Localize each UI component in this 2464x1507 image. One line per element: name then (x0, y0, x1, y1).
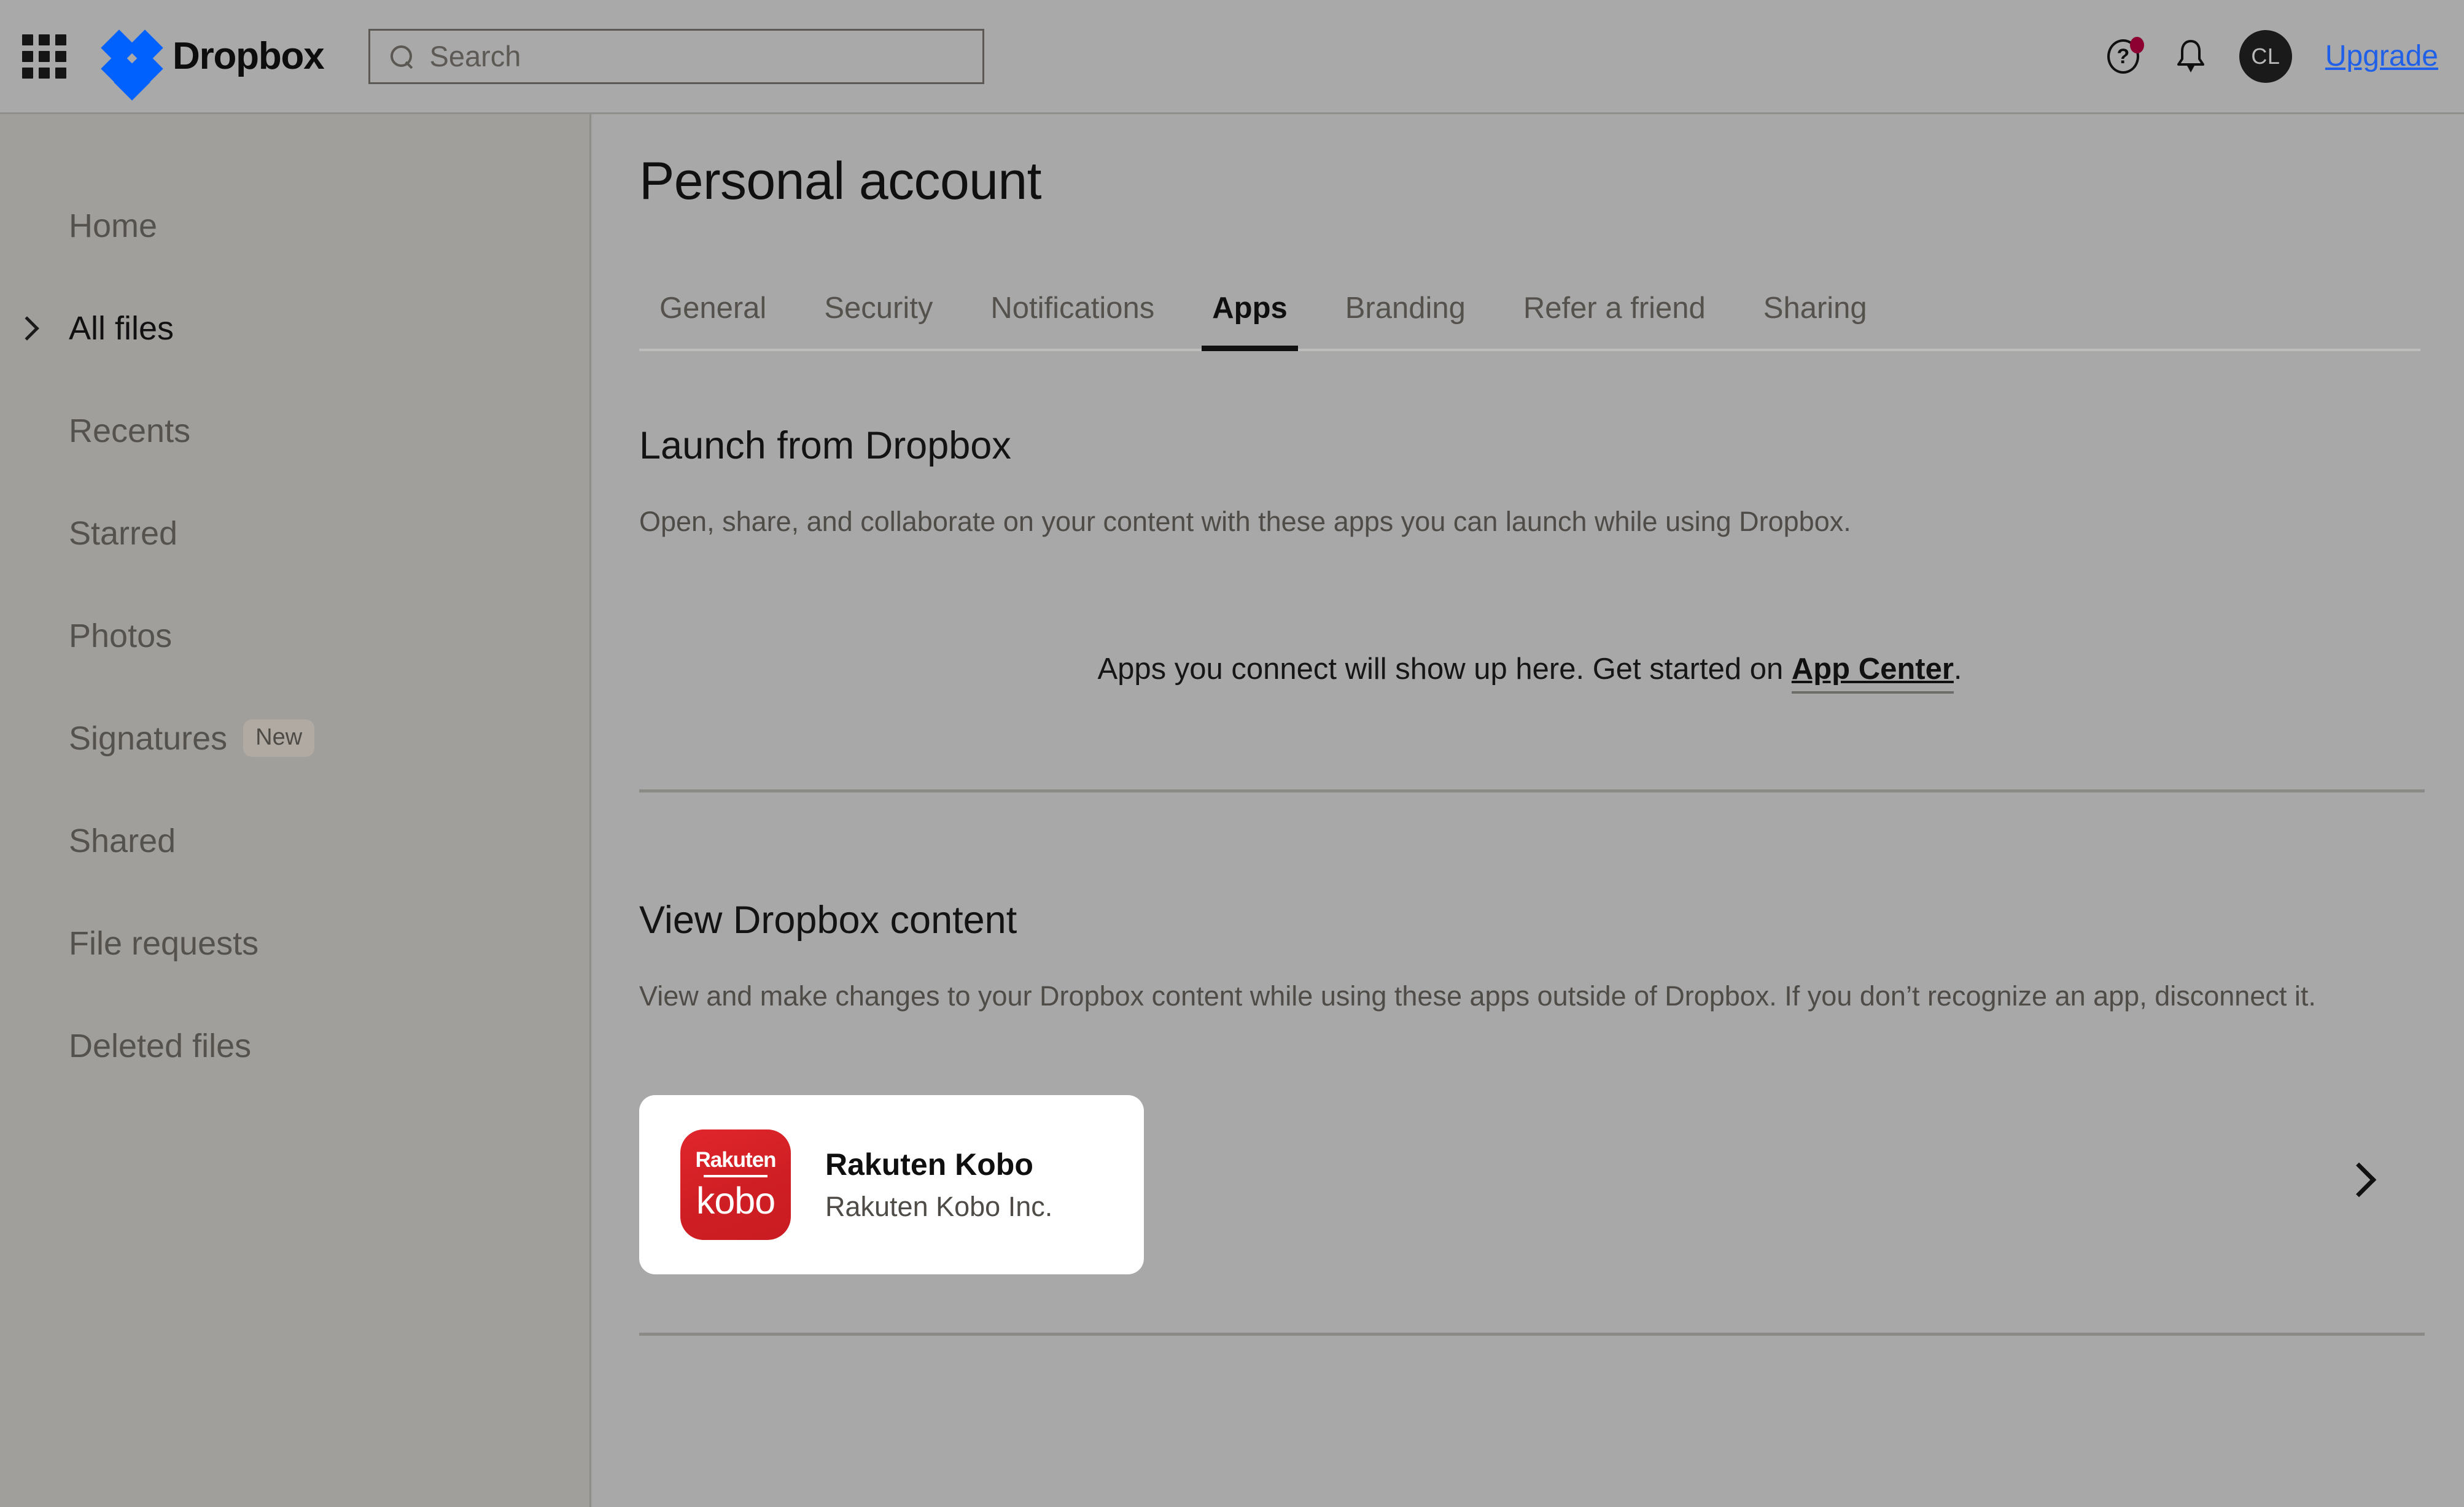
launch-section-description: Open, share, and collaborate on your con… (639, 506, 1851, 537)
empty-state-suffix: . (1953, 653, 1962, 686)
grid-dot (22, 67, 33, 79)
sidebar-item-photos[interactable]: Photos (0, 584, 589, 687)
sidebar-item-label: Photos (69, 617, 173, 654)
logo-text-kobo: kobo (696, 1180, 775, 1222)
sidebar-item-recents[interactable]: Recents (0, 379, 589, 482)
app-card-meta: Rakuten Kobo Rakuten Kobo Inc. (825, 1147, 1052, 1223)
help-button[interactable]: ? (2089, 23, 2157, 90)
tab-notifications[interactable]: Notifications (962, 291, 1183, 349)
view-section-description: View and make changes to your Dropbox co… (639, 980, 2316, 1012)
chevron-right-icon[interactable] (2341, 1162, 2377, 1197)
notifications-button[interactable] (2157, 23, 2225, 90)
grid-dot (39, 34, 50, 45)
sidebar-item-file-requests[interactable]: File requests (0, 892, 589, 994)
sidebar-item-signatures[interactable]: Signatures New (0, 687, 589, 789)
sidebar-item-all-files[interactable]: All files (0, 277, 589, 379)
app-name: Rakuten Kobo (825, 1147, 1033, 1182)
sidebar-item-home[interactable]: Home (0, 174, 589, 277)
chevron-right-icon[interactable] (15, 316, 39, 341)
sidebar: Home All files Recents Starred Photos Si… (0, 114, 591, 1507)
tab-sharing[interactable]: Sharing (1735, 291, 1896, 349)
tab-apps[interactable]: Apps (1183, 291, 1316, 351)
page-title: Personal account (639, 152, 1042, 211)
sidebar-item-label: Deleted files (69, 1027, 252, 1064)
search-input[interactable]: Search (368, 28, 985, 84)
dropbox-logo[interactable]: Dropbox (101, 29, 325, 101)
grid-dot (55, 50, 66, 62)
sidebar-item-label: Signatures (69, 719, 228, 757)
sidebar-item-label: All files (69, 309, 174, 347)
bell-icon (2175, 39, 2207, 74)
apps-grid-icon[interactable] (20, 33, 68, 80)
sidebar-item-label: Starred (69, 514, 178, 552)
view-section-title: View Dropbox content (639, 899, 1017, 942)
sidebar-item-label: Shared (69, 822, 176, 859)
grid-dot (39, 50, 50, 62)
logo-text-rakuten: Rakuten (695, 1148, 776, 1172)
notification-dot (2129, 36, 2144, 53)
empty-state-prefix: Apps you connect will show up here. Get … (1097, 653, 1792, 686)
tab-refer-a-friend[interactable]: Refer a friend (1494, 291, 1735, 349)
bottom-divider (639, 1332, 2425, 1336)
launch-section-title: Launch from Dropbox (639, 424, 1011, 467)
section-divider (639, 789, 2425, 793)
grid-dot (22, 34, 33, 45)
settings-tabs: General Security Notifications Apps Bran… (639, 262, 2420, 351)
sidebar-item-label: Home (69, 207, 158, 244)
help-question-icon: ? (2107, 36, 2144, 74)
app-publisher: Rakuten Kobo Inc. (825, 1190, 1053, 1222)
header-actions: ? CL Upgrade (2089, 23, 2464, 90)
search-placeholder: Search (429, 40, 521, 72)
launch-empty-state: Apps you connect will show up here. Get … (639, 652, 2420, 694)
help-glyph: ? (2116, 44, 2130, 68)
tab-branding[interactable]: Branding (1316, 291, 1494, 349)
grid-dot (55, 34, 66, 45)
app-center-link[interactable]: App Center (1791, 653, 1954, 694)
sidebar-item-label: File requests (69, 924, 259, 962)
dropbox-diamond-icon (101, 29, 163, 101)
logo-rule (704, 1175, 768, 1177)
main-content: Personal account General Security Notifi… (593, 114, 2464, 1507)
grid-dot (22, 50, 33, 62)
grid-dot (39, 67, 50, 79)
app-card-rakuten-kobo[interactable]: Rakuten kobo Rakuten Kobo Rakuten Kobo I… (639, 1094, 2377, 1274)
tab-security[interactable]: Security (795, 291, 962, 349)
grid-dot (55, 67, 66, 79)
sidebar-item-deleted-files[interactable]: Deleted files (0, 994, 589, 1097)
top-header-bar: Dropbox Search ? CL Upgrade (0, 0, 2464, 114)
new-badge: New (243, 719, 315, 757)
rakuten-kobo-logo-icon: Rakuten kobo (680, 1129, 791, 1240)
brand-wordmark: Dropbox (173, 35, 325, 77)
avatar[interactable]: CL (2239, 29, 2292, 83)
sidebar-item-label: Recents (69, 412, 191, 449)
sidebar-item-shared[interactable]: Shared (0, 789, 589, 892)
tab-general[interactable]: General (639, 291, 795, 349)
sidebar-item-starred[interactable]: Starred (0, 482, 589, 584)
upgrade-link[interactable]: Upgrade (2325, 39, 2438, 73)
search-icon (390, 45, 413, 68)
